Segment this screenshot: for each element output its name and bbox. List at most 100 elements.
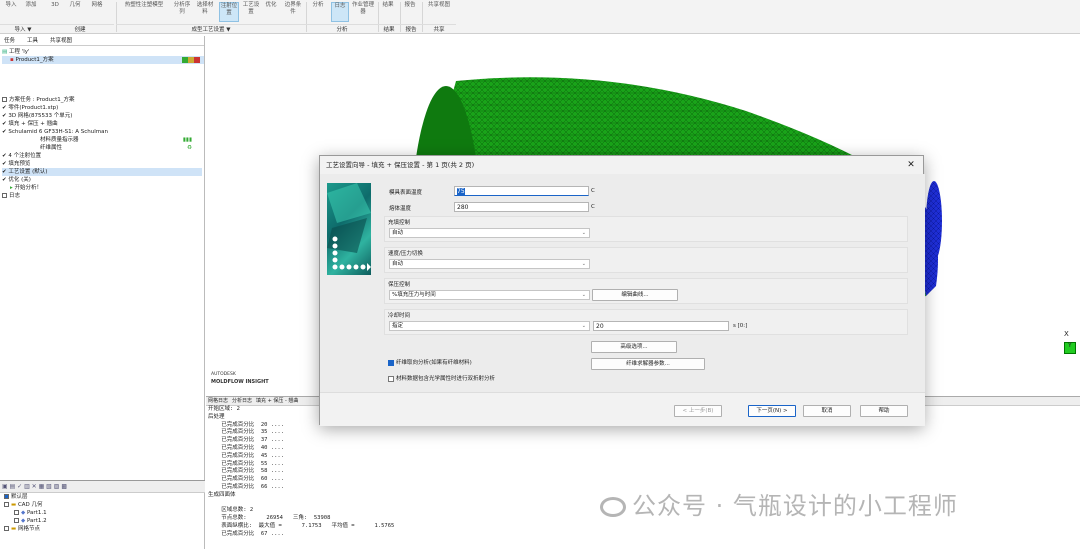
left-panel-tabs: 任务 工具 共享视图: [0, 36, 204, 46]
geometry-button[interactable]: 几何: [66, 2, 84, 22]
dialog-title: 工艺设置向导 - 填充 + 保压设置 - 第 1 页(共 2 页): [320, 156, 923, 174]
analysis-sequence-button[interactable]: 分析序列: [172, 2, 192, 22]
mold-temp-input[interactable]: 75: [454, 186, 589, 196]
chevron-down-icon: ⌄: [581, 261, 586, 267]
import-button[interactable]: 导入: [2, 2, 20, 22]
log-line: 已完成百分比 45 ....: [208, 452, 285, 459]
injection-location-button[interactable]: 注射位置: [219, 2, 239, 22]
project-tree: ▤ 工程 'ly' ▪ Product1_方案: [0, 46, 204, 64]
tab-fill-pack-warp[interactable]: 填充 + 保压 - 翘曲: [256, 397, 298, 405]
tab-shared-views[interactable]: 共享视图: [50, 36, 72, 45]
brand-line-1: AUTODESK: [211, 372, 236, 377]
checkbox-unchecked-icon: [388, 375, 394, 382]
switch-dropdown[interactable]: 自动 ⌄: [389, 259, 590, 269]
layer-mesh-nodes[interactable]: ▬ 网格节点: [0, 525, 205, 533]
wizard-image: [327, 183, 371, 275]
chevron-down-icon: ⌄: [581, 323, 586, 329]
results-button[interactable]: 结果: [380, 2, 396, 22]
back-button[interactable]: < 上一步(B): [674, 405, 722, 417]
pack-title: 保压控制: [388, 282, 411, 288]
layers-toolbar[interactable]: ▣ ▤ ✓ ▥ ✕ ▦ ▧ ▨ ▩: [0, 481, 205, 493]
cooling-time-unit: s [0:]: [733, 323, 748, 329]
close-icon[interactable]: ✕: [905, 159, 917, 171]
advanced-options-button[interactable]: 高级选项...: [591, 341, 677, 353]
pack-section: 保压控制 %填充压力与时间 ⌄ 编辑曲线...: [384, 278, 908, 304]
log-line: 已完成百分比 67 ....: [208, 530, 285, 537]
tab-tools[interactable]: 工具: [27, 36, 38, 45]
study-item[interactable]: ▪ Product1_方案: [2, 56, 204, 64]
task-optimize[interactable]: ✔ 优化 (关): [2, 176, 202, 184]
melt-temp-label: 熔体温度: [389, 206, 412, 212]
switch-section: 速度/压力切换 自动 ⌄: [384, 247, 908, 273]
pack-dropdown[interactable]: %填充压力与时间 ⌄: [389, 290, 590, 300]
boundary-conditions-button[interactable]: 边界条件: [283, 2, 303, 22]
cooling-mode-dropdown[interactable]: 指定 ⌄: [389, 321, 590, 331]
layer-part1-1[interactable]: ◆ Part1.1: [0, 509, 205, 517]
edit-curve-button[interactable]: 编辑曲线...: [592, 289, 678, 301]
shared-views-button[interactable]: 共享视图: [425, 2, 453, 22]
fiber-icon: ♻: [187, 145, 192, 151]
report-button[interactable]: 报告: [402, 2, 418, 22]
axis-y-label: Y: [1068, 342, 1072, 349]
project-item[interactable]: ▤ 工程 'ly': [2, 48, 204, 56]
log-line: 已完成百分比 55 ....: [208, 460, 285, 467]
thermoplastic-molding-button[interactable]: 热塑性注塑模型: [118, 2, 170, 22]
wechat-icon: [600, 497, 626, 517]
layer-default[interactable]: 默认层: [0, 493, 205, 501]
task-fiber-properties[interactable]: 纤维属性 ♻: [2, 144, 202, 152]
fill-control-title: 充填控制: [388, 220, 411, 226]
group-import[interactable]: 导入 ▼: [0, 24, 46, 33]
layer-cad[interactable]: ▬ CAD 几何: [0, 501, 205, 509]
log-button[interactable]: 日志: [331, 2, 349, 22]
analysis-button[interactable]: 分析: [309, 2, 327, 22]
cooling-time-input[interactable]: 20: [593, 321, 729, 331]
cancel-button[interactable]: 取消: [803, 405, 851, 417]
part-icon: ◆: [21, 510, 26, 516]
birefringence-checkbox[interactable]: 材料数据包含光学属性时进行双折射分析: [388, 375, 495, 384]
task-mesh[interactable]: ✔ 3D 网格(875533 个单元): [2, 112, 202, 120]
dialog-footer: < 上一步(B) 下一页(N) > 取消 帮助: [320, 392, 925, 426]
cooling-section: 冷却时间 指定 ⌄ 20 s [0:]: [384, 309, 908, 335]
brand-line-2: MOLDFLOW INSIGHT: [211, 379, 269, 385]
fiber-solver-params-button[interactable]: 纤维求解器参数...: [591, 358, 705, 370]
help-button[interactable]: 帮助: [860, 405, 908, 417]
3d-button[interactable]: 3D: [48, 2, 62, 22]
melt-temp-input[interactable]: 280: [454, 202, 589, 212]
task-start-analysis[interactable]: ▸ 开始分析！: [2, 184, 202, 192]
task-process-settings[interactable]: ✔ 工艺设置 (默认): [2, 168, 202, 176]
melt-temp-unit: C: [591, 204, 595, 210]
task-analysis-sequence[interactable]: ✔ 填充 + 保压 + 翘曲: [2, 120, 202, 128]
start-analysis-icon: ▸: [10, 185, 13, 191]
study-status-icon: [182, 57, 200, 63]
task-injection-locations[interactable]: ✔ 4 个注射位置: [2, 152, 202, 160]
tab-mesh-log[interactable]: 网格日志: [208, 397, 228, 405]
select-material-button[interactable]: 选择材料: [195, 2, 215, 22]
folder-icon: ▬: [11, 526, 17, 532]
fiber-orientation-checkbox[interactable]: 纤维取向分析(如果有纤维材料): [388, 359, 472, 368]
job-manager-button[interactable]: 作业管理器: [352, 2, 374, 22]
task-log[interactable]: 日志: [2, 192, 202, 200]
group-molding-process[interactable]: 成型工艺设置 ▼: [116, 24, 306, 33]
neck-end: [926, 181, 942, 261]
chevron-down-icon: ⌄: [581, 230, 586, 236]
tab-analysis-log[interactable]: 分析日志: [232, 397, 252, 405]
dialog-body: 模具表面温度 75 C 熔体温度 280 C 充填控制 自动 ⌄ 速度/压力切换 …: [320, 174, 925, 426]
process-settings-button[interactable]: 工艺设置: [242, 2, 260, 22]
task-material-quality[interactable]: 材料质量指示器 ▮▮▮: [2, 136, 202, 144]
optimize-button[interactable]: 优化: [263, 2, 279, 22]
next-button[interactable]: 下一页(N) >: [748, 405, 796, 417]
layer-part1-2[interactable]: ◆ Part1.2: [0, 517, 205, 525]
watermark: 公众号 · 气瓶设计的小工程师: [600, 486, 958, 521]
part-icon: ◆: [21, 518, 26, 524]
checkbox-checked-icon: [388, 359, 394, 366]
task-material[interactable]: ✔ Schulamid 6 GF33H-S1: A Schulman: [2, 128, 202, 136]
log-line: 已完成百分比 40 ....: [208, 444, 285, 451]
task-fill-preview[interactable]: ✔ 填充预览: [2, 160, 202, 168]
mesh-button[interactable]: 网格: [88, 2, 106, 22]
add-button[interactable]: 添加: [22, 2, 40, 22]
study-tasks: 方案任务 : Product1_方案 ✔ 零件(Product1.stp) ✔ …: [2, 96, 202, 200]
tab-tasks[interactable]: 任务: [4, 36, 15, 45]
fill-control-dropdown[interactable]: 自动 ⌄: [389, 228, 590, 238]
task-part[interactable]: ✔ 零件(Product1.stp): [2, 104, 202, 112]
group-report: 报告: [400, 24, 422, 33]
